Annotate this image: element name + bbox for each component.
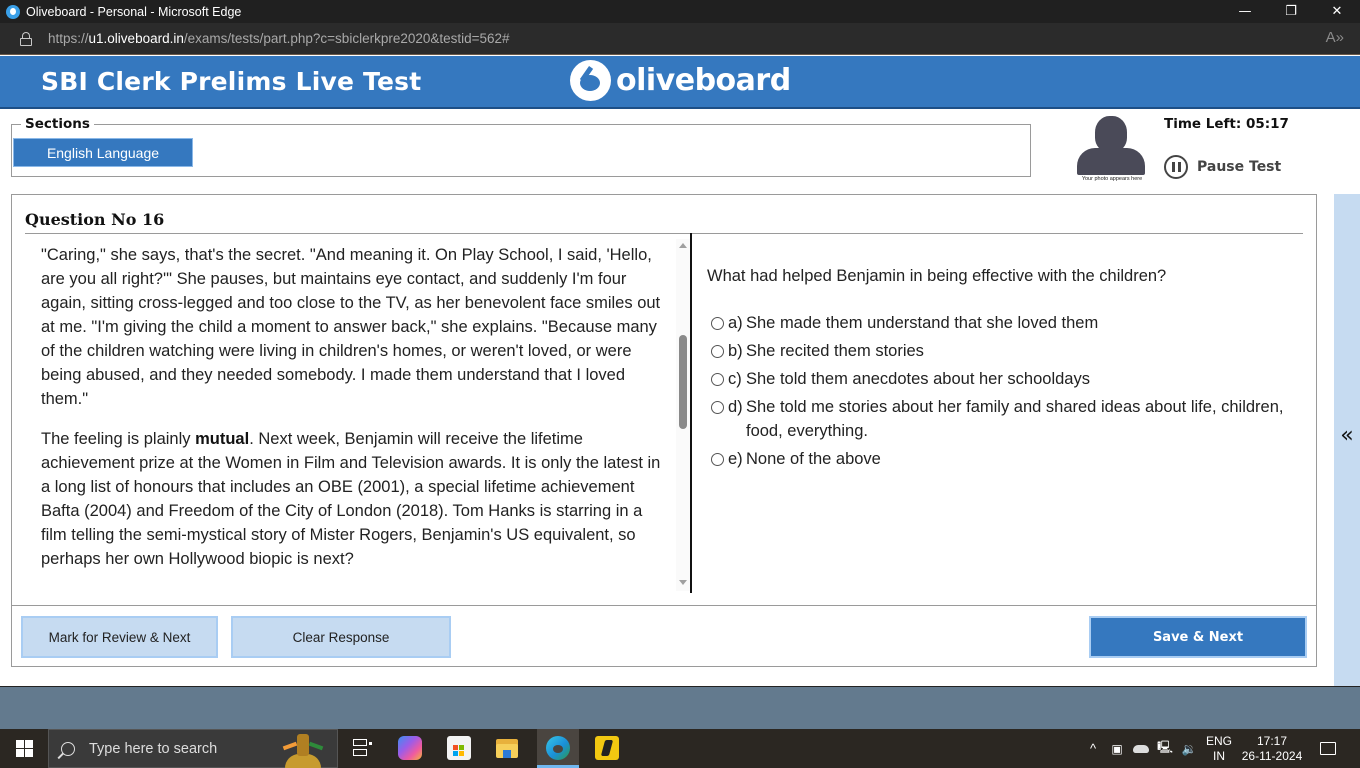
passage-paragraph: The feeling is plainly mutual. Next week…	[41, 427, 661, 571]
passage-text-run: The feeling is plainly	[41, 430, 196, 448]
meet-now-icon[interactable]: ▣	[1108, 729, 1126, 768]
section-tab-english-language[interactable]: English Language	[13, 138, 193, 167]
notification-center-icon[interactable]	[1314, 729, 1342, 768]
edge-browser-icon[interactable]	[546, 736, 570, 760]
language-indicator[interactable]: ENG IN	[1203, 729, 1235, 768]
clock-date: 26-11-2024	[1241, 748, 1303, 763]
user-silhouette-body	[1077, 148, 1145, 175]
url-host: u1.oliveboard.in	[88, 31, 184, 46]
copilot-icon[interactable]	[398, 736, 422, 760]
option-letter: b)	[728, 342, 743, 360]
logo-wordmark: oliveboard	[616, 63, 791, 98]
option-letter: d)	[728, 398, 743, 416]
question-panel: Question No 16 "Caring," she says, that'…	[11, 194, 1317, 667]
windows-start-icon[interactable]	[16, 740, 33, 757]
option-b[interactable]: b) She recited them stories	[711, 339, 1291, 363]
save-next-button[interactable]: Save & Next	[1089, 616, 1307, 658]
scroll-up-arrow-icon[interactable]	[679, 243, 687, 248]
option-letter: a)	[728, 314, 743, 332]
question-number: Question No 16	[25, 210, 165, 229]
pause-icon	[1164, 155, 1188, 179]
option-text[interactable]: She recited them stories	[746, 339, 1291, 363]
radio-button[interactable]	[711, 401, 724, 414]
option-text[interactable]: None of the above	[746, 447, 1291, 471]
option-letter: e)	[728, 450, 743, 468]
sections-box: Sections English Language	[11, 116, 1031, 177]
language-code: ENG	[1205, 733, 1232, 748]
pause-test-label: Pause Test	[1197, 159, 1282, 175]
option-letter: c)	[728, 370, 742, 388]
option-a[interactable]: a) She made them understand that she lov…	[711, 311, 1291, 335]
minimize-button[interactable]: —	[1222, 0, 1268, 23]
url-path: /exams/tests/part.php?c=sbiclerkpre2020&…	[183, 31, 510, 46]
passage-text-run: . Next week, Benjamin will receive the l…	[41, 430, 661, 568]
mark-for-review-button[interactable]: Mark for Review & Next	[21, 616, 218, 658]
radio-button[interactable]	[711, 345, 724, 358]
edge-icon	[6, 4, 20, 19]
user-silhouette-icon	[1095, 116, 1127, 152]
radio-button[interactable]	[711, 453, 724, 466]
windows-taskbar: Type here to search ^ ▣ 🖳 🔉 ENG IN 17:17…	[0, 729, 1360, 768]
volume-icon[interactable]: 🔉	[1179, 729, 1199, 768]
question-header-divider	[25, 233, 1303, 234]
taskbar-search[interactable]: Type here to search	[48, 729, 338, 768]
microsoft-store-icon[interactable]	[447, 736, 471, 760]
test-title: SBI Clerk Prelims Live Test	[41, 67, 422, 96]
option-text[interactable]: She made them understand that she loved …	[746, 311, 1291, 335]
read-aloud-icon[interactable]: A»	[1326, 29, 1344, 46]
passage-scrollbar[interactable]	[676, 239, 690, 591]
double-chevron-left-icon: «	[1340, 422, 1354, 448]
clear-response-button[interactable]: Clear Response	[231, 616, 451, 658]
url-scheme: https://	[48, 31, 89, 46]
lock-icon[interactable]	[20, 31, 32, 46]
network-icon[interactable]: 🖳	[1155, 729, 1175, 768]
taskbar-clock[interactable]: 17:17 26-11-2024	[1239, 729, 1305, 768]
pause-test-button[interactable]: Pause Test	[1164, 155, 1281, 179]
passage-text: "Caring," she says, that's the secret. "…	[41, 243, 661, 595]
close-button[interactable]: ✕	[1314, 0, 1360, 23]
oliveboard-logo-icon	[570, 60, 611, 101]
scrollbar-thumb[interactable]	[679, 335, 687, 429]
app-header: SBI Clerk Prelims Live Test oliveboard	[0, 56, 1360, 109]
question-palette-toggle[interactable]: «	[1334, 194, 1360, 686]
window-title: Oliveboard - Personal - Microsoft Edge	[26, 4, 242, 19]
scroll-down-arrow-icon[interactable]	[679, 580, 687, 585]
window-controls: — ❐ ✕	[1222, 0, 1360, 23]
option-e[interactable]: e) None of the above	[711, 447, 1291, 471]
radio-button[interactable]	[711, 373, 724, 386]
region-code: IN	[1213, 748, 1225, 763]
search-highlight-emblem-icon[interactable]	[281, 732, 325, 768]
option-text[interactable]: She told me stories about her family and…	[746, 395, 1291, 443]
pane-divider	[690, 233, 692, 593]
option-d[interactable]: d) She told me stories about her family …	[711, 395, 1291, 443]
answer-options: a) She made them understand that she lov…	[711, 311, 1291, 475]
show-hidden-icons-chevron-icon[interactable]: ^	[1084, 729, 1102, 768]
candidate-photo: Your photo appears here	[1072, 114, 1152, 184]
actions-divider	[12, 605, 1316, 606]
search-placeholder: Type here to search	[89, 740, 218, 757]
option-c[interactable]: c) She told them anecdotes about her sch…	[711, 367, 1291, 391]
clock-time: 17:17	[1256, 733, 1288, 748]
oliveboard-logo: oliveboard	[570, 60, 791, 101]
app-shortcut-icon[interactable]	[595, 736, 619, 760]
photo-caption: Your photo appears here	[1081, 176, 1143, 182]
passage-paragraph: "Caring," she says, that's the secret. "…	[41, 246, 661, 408]
restore-button[interactable]: ❐	[1268, 0, 1314, 23]
address-bar: https://u1.oliveboard.in/exams/tests/par…	[0, 23, 1360, 55]
search-icon	[61, 741, 75, 756]
radio-button[interactable]	[711, 317, 724, 330]
browser-title-bar: Oliveboard - Personal - Microsoft Edge —…	[0, 0, 1360, 23]
onedrive-cloud-icon[interactable]	[1131, 729, 1151, 768]
page-footer	[0, 686, 1360, 729]
question-prompt: What had helped Benjamin in being effect…	[707, 267, 1167, 285]
highlighted-word: mutual	[195, 430, 250, 448]
file-explorer-icon[interactable]	[496, 736, 520, 760]
task-view-icon[interactable]	[350, 736, 374, 760]
url-field[interactable]: https://u1.oliveboard.in/exams/tests/par…	[48, 31, 510, 46]
sections-legend: Sections	[21, 116, 94, 132]
option-text[interactable]: She told them anecdotes about her school…	[746, 367, 1291, 391]
time-left: Time Left: 05:17	[1164, 116, 1289, 132]
